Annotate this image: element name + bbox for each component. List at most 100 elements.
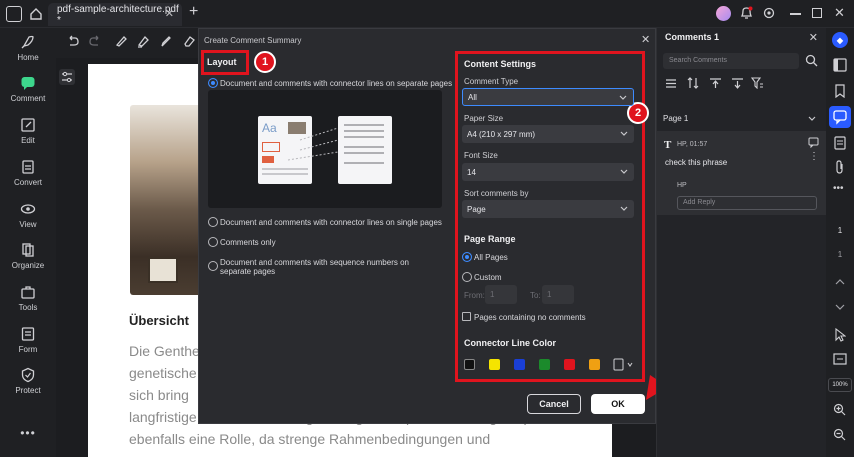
chevron-up-icon[interactable] xyxy=(835,278,845,285)
nav-form[interactable]: Form xyxy=(0,326,56,354)
organize-icon xyxy=(22,243,34,257)
comment-type-select[interactable]: All xyxy=(462,88,634,106)
shield-icon xyxy=(21,367,35,383)
right-tool-strip: ◆ ••• 1 1 100% xyxy=(826,28,854,457)
color-swatch-black[interactable] xyxy=(464,359,475,370)
nav-form-label: Form xyxy=(18,345,38,354)
eraser-icon[interactable] xyxy=(182,34,196,51)
layout-option-3-radio[interactable] xyxy=(208,237,218,247)
sort-select[interactable]: Page xyxy=(462,200,634,218)
restore-icon[interactable] xyxy=(812,8,822,18)
pencil-icon[interactable] xyxy=(159,34,173,51)
home-icon[interactable] xyxy=(28,5,44,23)
comments-title: Comments 1 xyxy=(665,32,720,42)
layout-option-1-radio[interactable] xyxy=(208,78,218,88)
font-size-select[interactable]: 14 xyxy=(462,163,634,181)
gear-icon[interactable] xyxy=(762,6,776,23)
nav-view[interactable]: View xyxy=(0,201,56,229)
panel-close-icon[interactable]: ✕ xyxy=(809,31,818,44)
to-input[interactable]: 1 xyxy=(542,285,574,304)
current-page[interactable]: 1 xyxy=(826,226,854,235)
paper-size-select[interactable]: A4 (210 x 297 mm) xyxy=(462,125,634,143)
nav-protect-label: Protect xyxy=(15,386,41,395)
comment-card[interactable]: T HP, 01:57 ⋮ check this phrase HP Add R… xyxy=(657,131,827,215)
layout-option-4-radio[interactable] xyxy=(208,261,218,271)
nav-convert[interactable]: Convert xyxy=(0,159,56,187)
comment-time: 01:57 xyxy=(689,141,708,148)
zoom-level[interactable]: 100% xyxy=(828,378,852,392)
custom-label: Custom xyxy=(474,273,502,282)
tab-close-icon[interactable]: ✕ xyxy=(165,7,174,20)
comments-panel-toggle[interactable] xyxy=(829,106,851,128)
reply-icon[interactable] xyxy=(808,137,819,151)
chevron-down-icon[interactable] xyxy=(835,304,845,311)
sort-icon[interactable] xyxy=(687,77,700,92)
collapse-icon[interactable] xyxy=(709,77,722,92)
custom-color-picker[interactable] xyxy=(613,358,635,374)
nav-edit-label: Edit xyxy=(21,136,35,145)
select-cursor-icon[interactable] xyxy=(834,327,847,345)
color-swatch-blue[interactable] xyxy=(514,359,525,370)
thumbnails-icon[interactable] xyxy=(833,58,847,75)
bell-icon[interactable] xyxy=(740,6,753,23)
zoom-out-icon[interactable] xyxy=(833,428,846,444)
cancel-button[interactable]: Cancel xyxy=(527,394,581,414)
layout-option-3-label: Comments only xyxy=(220,238,276,247)
ai-assistant-icon[interactable]: ◆ xyxy=(832,32,848,48)
layout-option-2-radio[interactable] xyxy=(208,217,218,227)
nav-home[interactable]: Home xyxy=(0,34,56,62)
redo-icon[interactable] xyxy=(88,34,102,51)
list-icon[interactable] xyxy=(665,78,677,92)
color-swatch-orange[interactable] xyxy=(589,359,600,370)
color-swatch-green[interactable] xyxy=(539,359,550,370)
nav-tools[interactable]: Tools xyxy=(0,284,56,312)
undo-icon[interactable] xyxy=(66,34,80,51)
add-reply-input[interactable]: Add Reply xyxy=(677,196,817,210)
sort-label: Sort comments by xyxy=(464,189,529,198)
bookmark-icon[interactable] xyxy=(834,84,846,101)
more-icon[interactable]: ••• xyxy=(833,183,844,194)
total-pages: 1 xyxy=(837,250,843,259)
comment-type-label: Comment Type xyxy=(464,77,519,86)
document-tab[interactable]: pdf-sample-architecture.pdf * ✕ xyxy=(48,3,182,26)
search-icon[interactable] xyxy=(805,54,818,70)
color-swatch-red[interactable] xyxy=(564,359,575,370)
nav-comment[interactable]: Comment xyxy=(0,75,56,103)
comment-icon xyxy=(21,77,35,90)
sidebar-toggle-icon[interactable] xyxy=(6,6,22,22)
settings-sliders-icon[interactable] xyxy=(59,69,75,85)
close-icon[interactable]: ✕ xyxy=(834,5,845,21)
sort-value: Page xyxy=(467,204,486,214)
custom-radio[interactable] xyxy=(462,272,472,282)
nav-organize[interactable]: Organize xyxy=(0,242,56,270)
color-swatch-yellow[interactable] xyxy=(489,359,500,370)
expand-icon[interactable] xyxy=(731,77,744,92)
chevron-down-icon xyxy=(619,95,627,100)
no-comments-checkbox[interactable] xyxy=(462,312,471,321)
filter-icon[interactable] xyxy=(750,77,764,92)
more-icon[interactable]: ••• xyxy=(0,426,56,440)
nav-edit[interactable]: Edit xyxy=(0,117,56,145)
all-pages-radio[interactable] xyxy=(462,252,472,262)
comments-panel: Comments 1 ✕ Search Comments Page 1 T HP… xyxy=(656,28,827,457)
more-options-icon[interactable]: ⋮ xyxy=(809,151,819,162)
new-tab-icon[interactable]: + xyxy=(189,3,198,21)
attachment-panel-icon[interactable] xyxy=(834,136,846,153)
nav-protect[interactable]: Protect xyxy=(0,367,56,395)
paperclip-icon[interactable] xyxy=(834,160,846,177)
chevron-down-icon[interactable] xyxy=(808,116,816,122)
comments-search-input[interactable]: Search Comments xyxy=(663,53,799,69)
avatar[interactable] xyxy=(716,6,731,21)
zoom-in-icon[interactable] xyxy=(833,403,846,419)
eye-icon xyxy=(20,204,36,214)
all-pages-label: All Pages xyxy=(474,253,508,262)
convert-icon xyxy=(22,160,34,174)
from-input[interactable]: 1 xyxy=(485,285,517,304)
dialog-close-icon[interactable]: ✕ xyxy=(641,33,650,46)
fit-page-icon[interactable] xyxy=(833,353,847,368)
pen-icon[interactable] xyxy=(114,34,128,51)
ok-button[interactable]: OK xyxy=(591,394,645,414)
comment-text: check this phrase xyxy=(665,158,728,167)
highlighter-icon[interactable] xyxy=(136,34,150,51)
minimize-icon[interactable] xyxy=(790,13,801,15)
